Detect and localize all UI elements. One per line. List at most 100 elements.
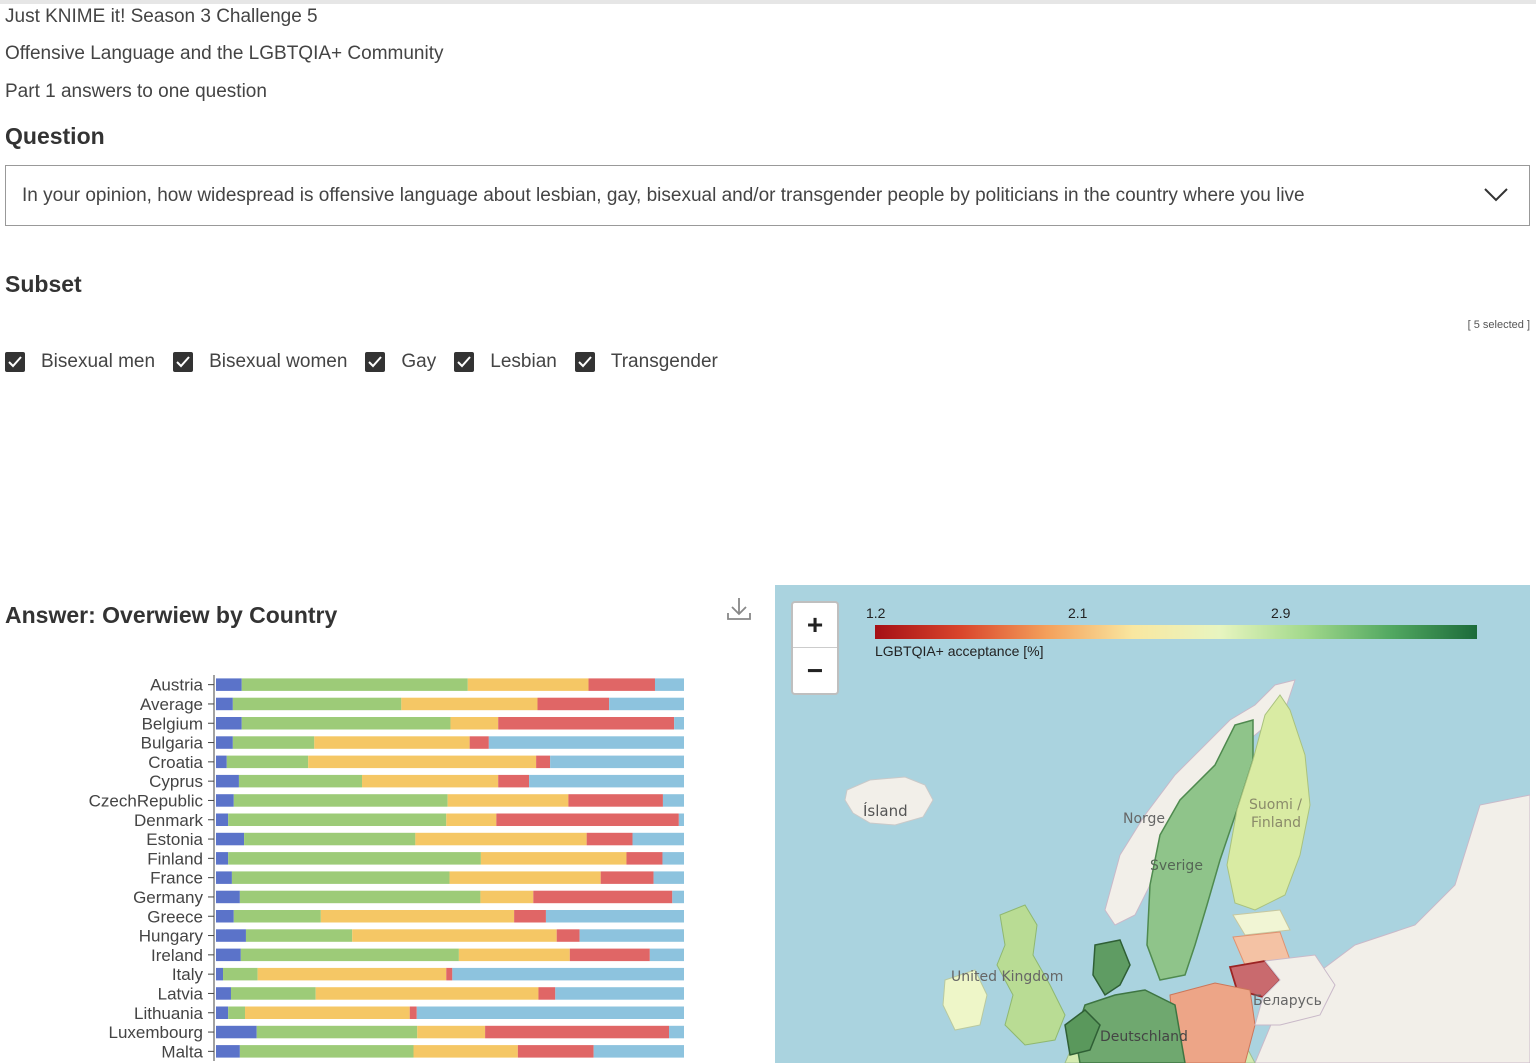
bar-segment[interactable] — [517, 1045, 594, 1058]
bar-segment[interactable] — [308, 755, 537, 769]
bar-segment[interactable] — [533, 890, 673, 904]
bar-segment[interactable] — [233, 794, 448, 807]
checkmark-icon[interactable] — [173, 352, 194, 372]
bar-segment[interactable] — [446, 813, 497, 827]
bar-segment[interactable] — [216, 1045, 240, 1058]
bar-segment[interactable] — [545, 910, 684, 923]
bar-segment[interactable] — [239, 1045, 414, 1058]
bar-segment[interactable] — [480, 890, 534, 904]
bar-segment[interactable] — [216, 794, 234, 807]
bar-segment[interactable] — [216, 910, 234, 923]
bar-segment[interactable] — [241, 678, 468, 691]
bar-segment[interactable] — [674, 717, 684, 730]
bar-segment[interactable] — [649, 948, 684, 962]
bar-segment[interactable] — [228, 813, 447, 827]
checkbox-transgender[interactable]: Transgender — [574, 351, 718, 373]
bar-segment[interactable] — [593, 1045, 684, 1058]
bar-segment[interactable] — [216, 717, 242, 730]
bar-segment[interactable] — [240, 948, 459, 962]
bar-segment[interactable] — [632, 832, 684, 846]
bar-segment[interactable] — [449, 871, 601, 884]
checkbox-gay[interactable]: Gay — [365, 351, 436, 373]
bar-segment[interactable] — [417, 1025, 486, 1039]
bar-segment[interactable] — [216, 967, 224, 981]
bar-segment[interactable] — [401, 697, 538, 711]
bar-segment[interactable] — [216, 755, 227, 769]
question-dropdown[interactable]: In your opinion, how widespread is offen… — [5, 165, 1530, 226]
bar-segment[interactable] — [662, 794, 684, 807]
bar-segment[interactable] — [678, 813, 684, 827]
bar-segment[interactable] — [415, 832, 587, 846]
bar-segment[interactable] — [538, 987, 556, 1000]
bar-segment[interactable] — [626, 852, 663, 865]
bar-segment[interactable] — [320, 910, 515, 923]
bar-segment[interactable] — [569, 948, 650, 962]
bar-segment[interactable] — [458, 948, 570, 962]
bar-segment[interactable] — [216, 678, 242, 691]
bar-segment[interactable] — [216, 987, 231, 1000]
bar-segment[interactable] — [662, 852, 684, 865]
zoom-out-button[interactable]: − — [793, 648, 837, 693]
bar-segment[interactable] — [450, 717, 499, 730]
bar-segment[interactable] — [609, 697, 684, 711]
bar-segment[interactable] — [467, 678, 589, 691]
bar-segment[interactable] — [498, 774, 530, 788]
bar-segment[interactable] — [654, 678, 684, 691]
download-icon[interactable] — [726, 596, 752, 622]
bar-segment[interactable] — [485, 1025, 670, 1039]
bar-segment[interactable] — [536, 755, 551, 769]
bar-segment[interactable] — [216, 832, 245, 846]
checkbox-lesbian[interactable]: Lesbian — [454, 351, 557, 373]
bar-segment[interactable] — [579, 929, 684, 942]
bar-segment[interactable] — [409, 1006, 417, 1020]
bar-segment[interactable] — [228, 852, 481, 865]
bar-segment[interactable] — [362, 774, 499, 788]
bar-segment[interactable] — [653, 871, 684, 884]
bar-segment[interactable] — [669, 1025, 684, 1039]
bar-segment[interactable] — [452, 967, 684, 981]
bar-segment[interactable] — [216, 890, 240, 904]
bar-segment[interactable] — [600, 871, 654, 884]
bar-segment[interactable] — [413, 1045, 518, 1058]
bar-segment[interactable] — [226, 755, 309, 769]
bar-segment[interactable] — [231, 871, 450, 884]
choropleth-map[interactable]: + − 1.2 2.1 2.9 LGBTQIA+ acceptance [%] … — [775, 585, 1530, 1063]
bar-segment[interactable] — [588, 678, 655, 691]
zoom-in-button[interactable]: + — [793, 603, 837, 648]
bar-segment[interactable] — [498, 717, 675, 730]
bar-segment[interactable] — [244, 832, 416, 846]
bar-segment[interactable] — [216, 774, 239, 788]
bar-segment[interactable] — [245, 1006, 410, 1020]
checkmark-icon[interactable] — [365, 352, 386, 372]
bar-segment[interactable] — [446, 967, 453, 981]
bar-segment[interactable] — [228, 1006, 246, 1020]
bar-segment[interactable] — [469, 736, 489, 749]
bar-segment[interactable] — [314, 736, 470, 749]
bar-segment[interactable] — [550, 755, 684, 769]
bar-segment[interactable] — [216, 1025, 257, 1039]
checkmark-icon[interactable] — [454, 352, 475, 372]
bar-segment[interactable] — [480, 852, 627, 865]
bar-segment[interactable] — [216, 852, 229, 865]
checkbox-bisexual-men[interactable]: Bisexual men — [5, 351, 155, 373]
bar-segment[interactable] — [315, 987, 539, 1000]
bar-segment[interactable] — [216, 929, 246, 942]
bar-segment[interactable] — [232, 697, 402, 711]
bar-segment[interactable] — [416, 1006, 684, 1020]
bar-segment[interactable] — [233, 910, 321, 923]
bar-segment[interactable] — [216, 697, 233, 711]
bar-segment[interactable] — [514, 910, 546, 923]
bar-segment[interactable] — [447, 794, 569, 807]
bar-segment[interactable] — [496, 813, 679, 827]
bar-segment[interactable] — [256, 1025, 418, 1039]
bar-segment[interactable] — [568, 794, 663, 807]
checkbox-bisexual-women[interactable]: Bisexual women — [173, 351, 347, 373]
bar-segment[interactable] — [555, 987, 684, 1000]
bar-segment[interactable] — [672, 890, 684, 904]
bar-segment[interactable] — [230, 987, 316, 1000]
bar-segment[interactable] — [216, 871, 232, 884]
bar-segment[interactable] — [216, 736, 233, 749]
bar-segment[interactable] — [352, 929, 557, 942]
bar-segment[interactable] — [216, 948, 241, 962]
bar-segment[interactable] — [537, 697, 610, 711]
